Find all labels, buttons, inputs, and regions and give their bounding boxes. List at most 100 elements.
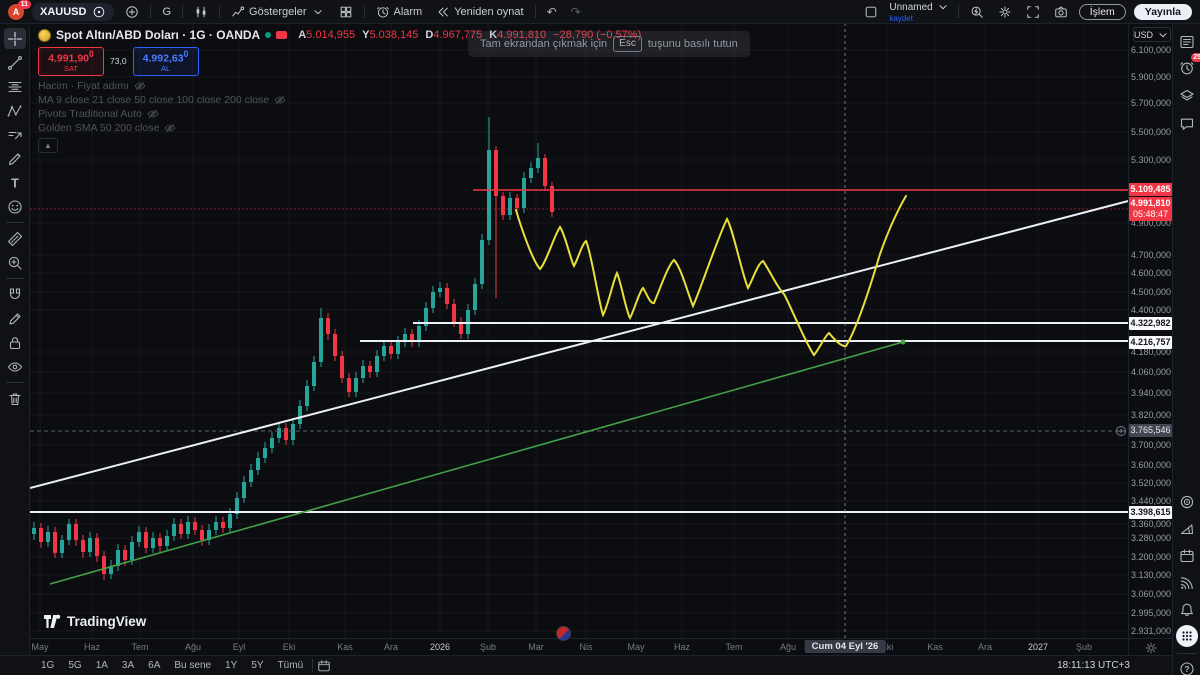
lock-tool[interactable]: [4, 332, 26, 353]
range-button-3a[interactable]: 3A: [117, 659, 139, 672]
brush-tool[interactable]: [4, 148, 26, 169]
yellow-brush-drawing[interactable]: [515, 195, 907, 357]
currency-selector[interactable]: USD: [1133, 27, 1171, 42]
indicator-title: Pivots Traditional Auto: [38, 108, 142, 120]
apps-menu-icon[interactable]: [1176, 625, 1198, 647]
range-button-5y[interactable]: 5Y: [246, 659, 268, 672]
price-label-red: 5.109,485: [1129, 183, 1172, 196]
symbol-spec-icon: [92, 5, 106, 19]
trend-tool[interactable]: [4, 52, 26, 73]
eye-tool[interactable]: [4, 356, 26, 377]
chart-type-candles-icon[interactable]: [191, 2, 211, 21]
help-icon[interactable]: ?: [1176, 658, 1198, 675]
crosshair-tool[interactable]: [3, 28, 26, 49]
quick-search-icon[interactable]: [967, 2, 987, 21]
price-label-white: 4.216,757: [1129, 336, 1172, 349]
settings-gear-icon[interactable]: [995, 2, 1015, 21]
news-icon[interactable]: [1176, 572, 1198, 594]
range-button-5g[interactable]: 5G: [63, 659, 86, 672]
pattern-tool[interactable]: [4, 100, 26, 121]
price-tick: 4.700,000: [1130, 250, 1172, 260]
fullscreen-icon[interactable]: [1023, 2, 1043, 21]
redo-icon[interactable]: ↷: [568, 2, 584, 21]
eye-hidden-icon[interactable]: [274, 94, 286, 106]
divider: [957, 5, 959, 18]
range-button-1y[interactable]: 1Y: [220, 659, 242, 672]
object-tree-icon[interactable]: [1176, 85, 1198, 107]
ideas-icon[interactable]: [1176, 518, 1198, 540]
eye-hidden-icon[interactable]: [164, 122, 176, 134]
indicators-button[interactable]: Göstergeler: [228, 2, 327, 21]
time-axis[interactable]: May Haz Tem Ağu Eyl Eki Kas Ara 2026 Şub Mar Nis May…: [30, 626, 1128, 656]
forecast-tool[interactable]: [4, 124, 26, 145]
price-tick: 5.700,000: [1130, 98, 1172, 108]
chevron-down-icon: [936, 0, 950, 14]
zoomin-tool[interactable]: [4, 252, 26, 273]
spread-value: 73,0: [110, 56, 127, 67]
notifications-bell-icon[interactable]: [1176, 599, 1198, 621]
indicator-row[interactable]: Pivots Traditional Auto: [38, 108, 641, 121]
sell-button[interactable]: 4.991,900 SAT: [38, 47, 104, 76]
time-tick: Mar: [528, 642, 544, 652]
go-to-date-icon[interactable]: [317, 659, 331, 673]
chat-panel-icon[interactable]: [1176, 113, 1198, 135]
fib-tool[interactable]: [4, 76, 26, 97]
eye-hidden-icon[interactable]: [134, 80, 146, 92]
time-tick: Ara: [977, 642, 993, 652]
user-avatar[interactable]: A 11: [8, 0, 31, 20]
ruler-tool[interactable]: [4, 228, 26, 249]
layout-icon[interactable]: [861, 2, 881, 21]
axis-settings-corner[interactable]: [1128, 638, 1173, 656]
price-tick: 5.900,000: [1130, 72, 1172, 82]
calendar-panel-icon[interactable]: [1176, 545, 1198, 567]
alert-button[interactable]: Alarm: [373, 2, 426, 21]
green-trendline-endpoint[interactable]: [900, 339, 906, 345]
screenshot-camera-icon[interactable]: [1051, 2, 1071, 21]
range-button-1a[interactable]: 1A: [91, 659, 113, 672]
green-trendline[interactable]: [49, 341, 904, 585]
symbol-title[interactable]: Spot Altın/ABD Doları · 1G · OANDA: [56, 28, 260, 42]
interval-button[interactable]: G: [159, 2, 174, 21]
replay-button[interactable]: Yeniden oynat: [433, 2, 526, 21]
alerts-panel-icon[interactable]: 25: [1176, 53, 1200, 79]
text-tool[interactable]: T: [4, 172, 26, 193]
eye-hidden-icon[interactable]: [147, 108, 159, 120]
range-button-bu-sene[interactable]: Bu sene: [169, 659, 216, 672]
range-button-1g[interactable]: 1G: [36, 659, 59, 672]
economic-event-icon[interactable]: [556, 626, 571, 641]
undo-icon[interactable]: ↶: [544, 2, 560, 21]
collapse-legend-button[interactable]: ▲: [38, 137, 58, 153]
compare-add-icon[interactable]: [122, 2, 142, 21]
layout-name-block[interactable]: Unnamed kaydet: [889, 0, 949, 23]
price-tick: 3.820,000: [1130, 410, 1172, 420]
buy-button[interactable]: 4.992,630 AL: [132, 47, 199, 76]
indicator-templates-icon[interactable]: [336, 2, 356, 21]
indicator-row[interactable]: MA 9 close 21 close 50 close 100 close 2…: [38, 94, 641, 107]
trash-tool[interactable]: [4, 388, 26, 409]
price-tick: 3.060,000: [1130, 589, 1172, 599]
symbol-logo-icon: [38, 28, 51, 42]
symbol-search-button[interactable]: XAUUSD: [32, 2, 115, 21]
range-button-6a[interactable]: 6A: [143, 659, 165, 672]
magnet-tool[interactable]: [4, 284, 26, 305]
server-clock[interactable]: 18:11:13 UTC+3: [1057, 660, 1130, 671]
ohlc-value: A5.014,955: [298, 29, 356, 41]
indicator-title: MA 9 close 21 close 50 close 100 close 2…: [38, 94, 270, 106]
time-tick: Şub: [479, 642, 497, 652]
emoji-tool[interactable]: [4, 196, 26, 217]
time-tick: Şub: [1075, 642, 1093, 652]
trade-button[interactable]: İşlem: [1078, 3, 1126, 20]
indicator-row[interactable]: Hacim · Fiyat adımı: [38, 80, 641, 93]
price-tick: 6.100,000: [1130, 45, 1172, 55]
publish-button[interactable]: Yayınla: [1133, 3, 1192, 20]
save-layout-link[interactable]: kaydet: [889, 14, 913, 23]
range-button-tümü[interactable]: Tümü: [273, 659, 309, 672]
price-axis[interactable]: USD 6.100,000 5.900,000 5.700,000 5.500,000…: [1128, 23, 1173, 638]
watchlist-panel-icon[interactable]: [1176, 31, 1198, 53]
indicator-row[interactable]: Golden SMA 50 200 close: [38, 122, 641, 135]
drawing-toolbar: T: [0, 23, 30, 655]
hotlists-icon[interactable]: [1176, 491, 1198, 513]
time-tick: Tem: [725, 642, 743, 652]
edit-tool[interactable]: [4, 308, 26, 329]
alarm-clock-icon: [376, 5, 390, 19]
